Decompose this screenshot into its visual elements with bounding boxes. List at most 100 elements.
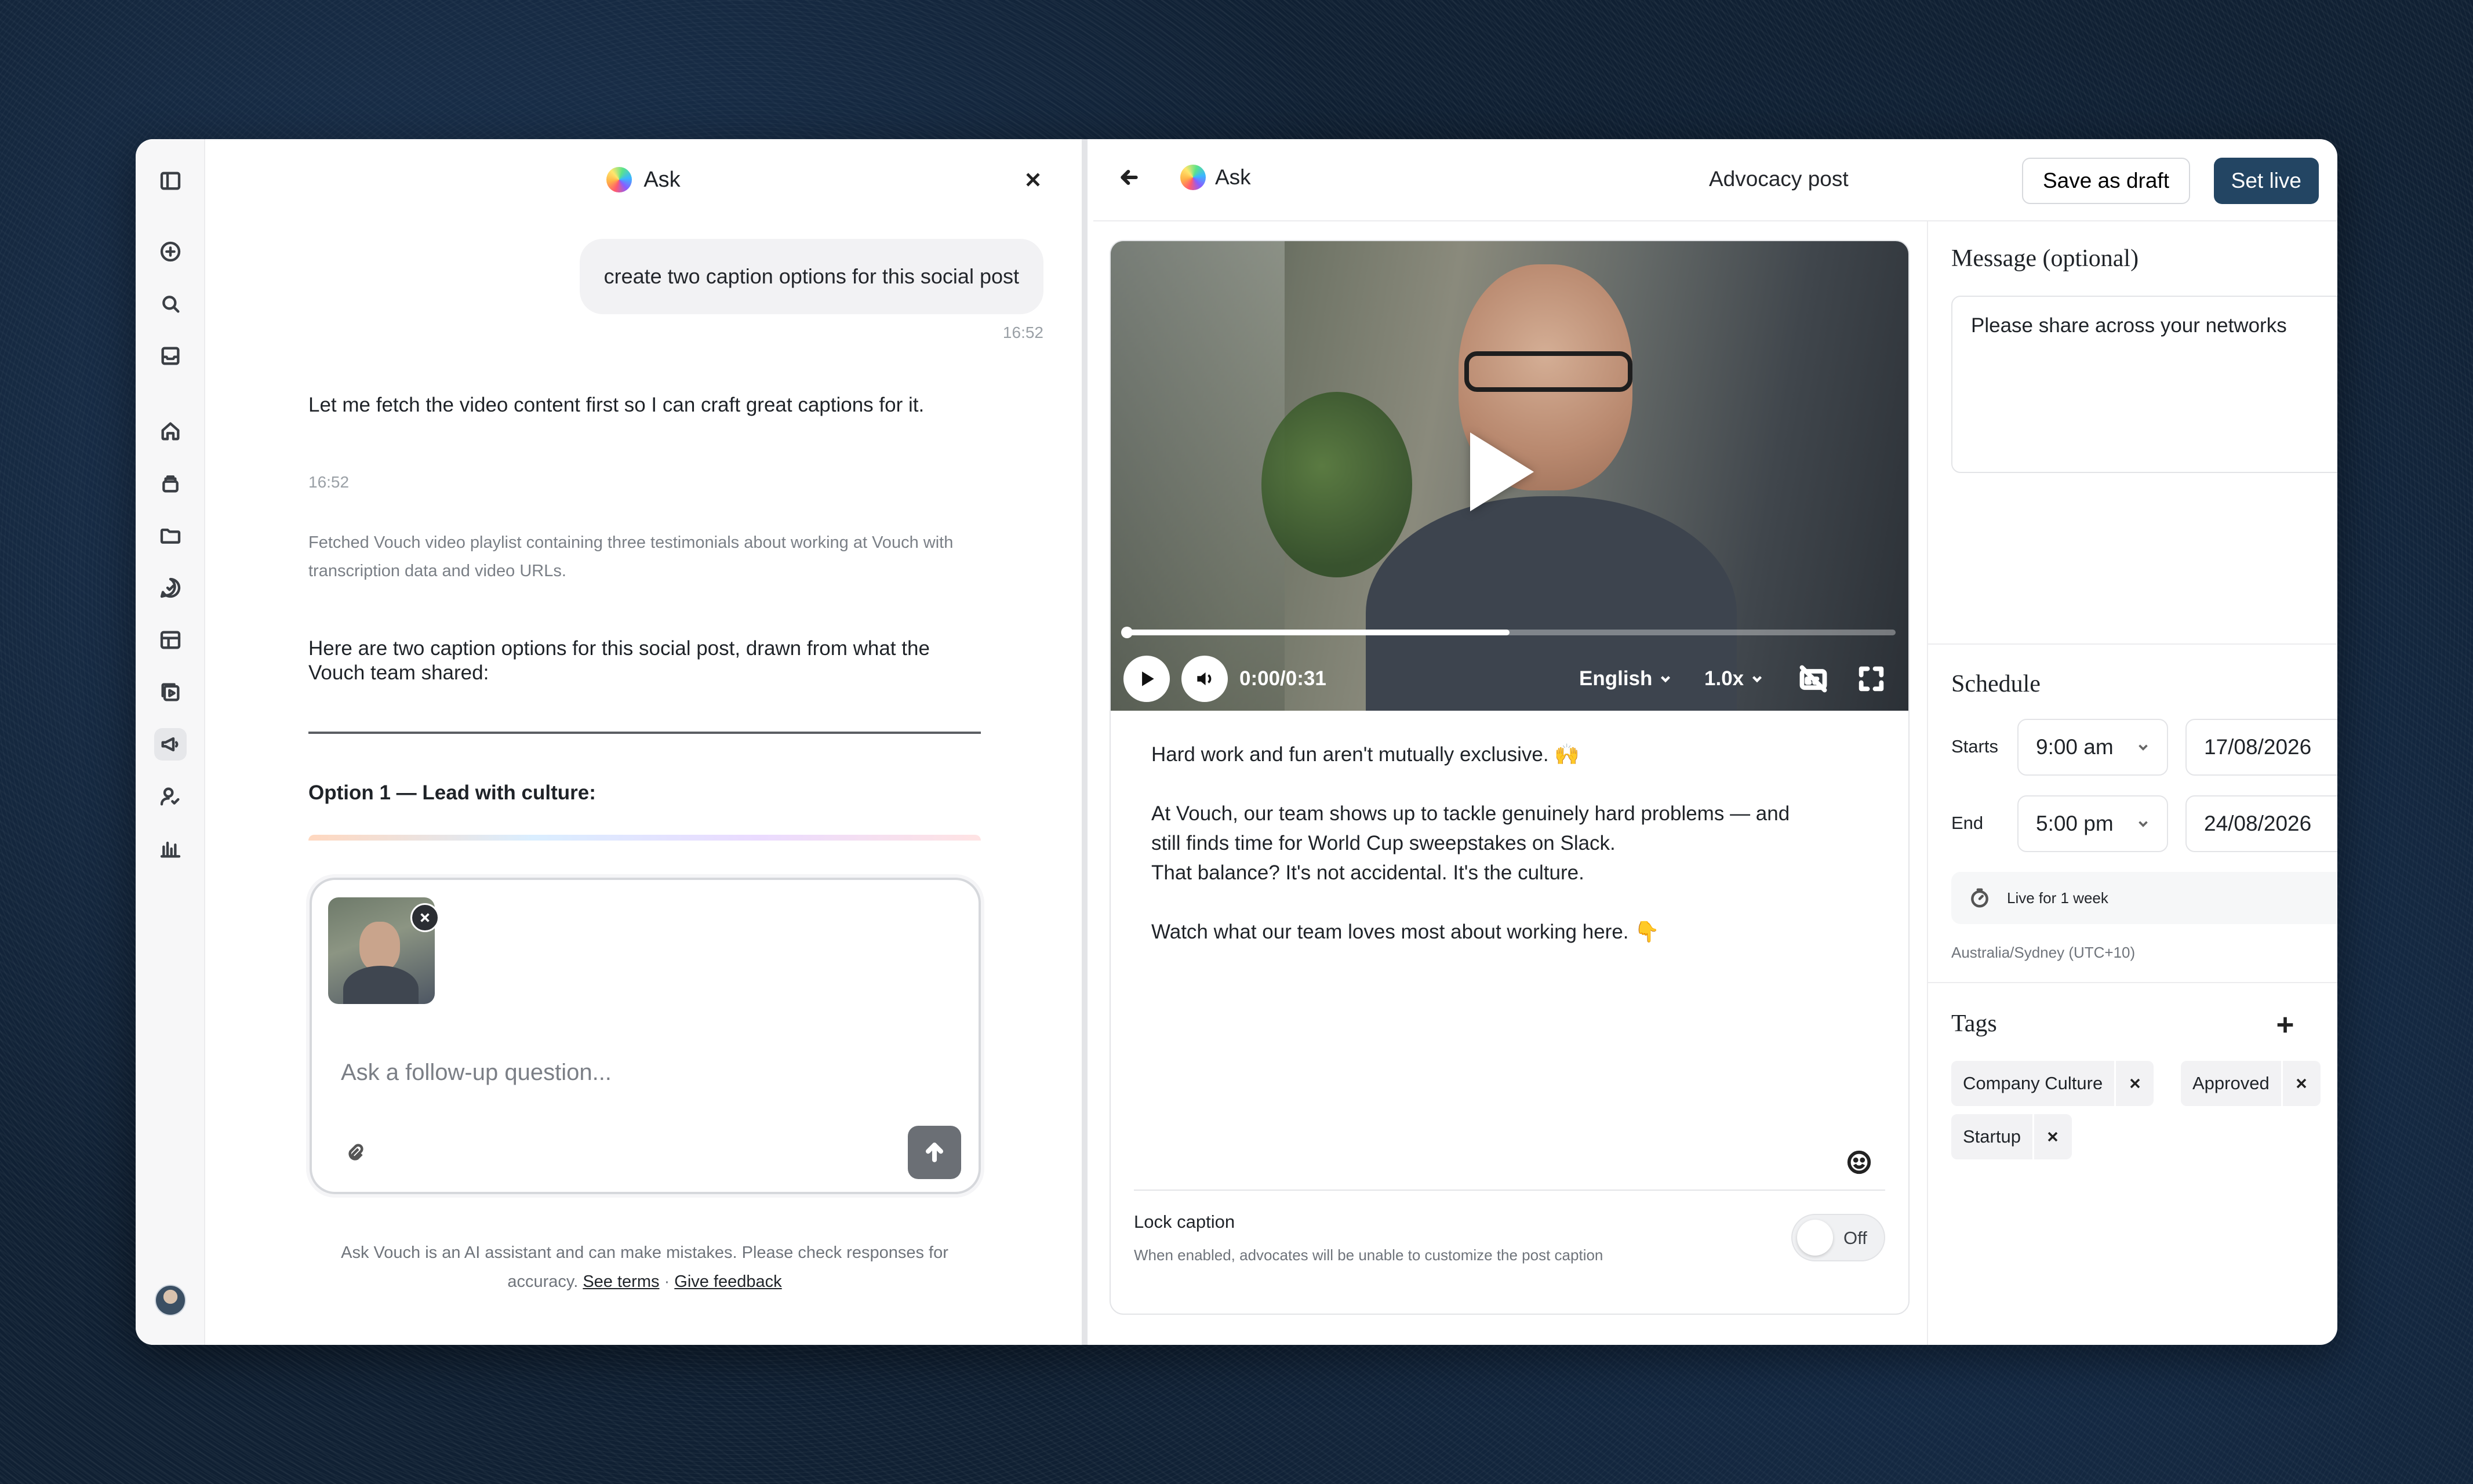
user-message-time: 16:52 [1002,323,1043,341]
tag-chip: Company Culture [1951,1061,2154,1106]
ask-title: Ask [643,167,681,192]
message-title: Message (optional) [1951,245,2139,272]
megaphone-icon[interactable] [154,728,187,761]
live-duration-text: Live for 1 week [2007,889,2108,907]
remove-tag-icon[interactable] [2114,1061,2154,1106]
user-check-icon[interactable] [154,780,187,813]
chevron-down-icon [2139,821,2148,827]
see-terms-link[interactable]: See terms [583,1272,659,1291]
follow-up-input[interactable] [341,1060,863,1086]
inbox-icon[interactable] [154,340,187,372]
playback-speed-select[interactable]: 1.0x [1704,667,1765,690]
stack-icon[interactable] [154,467,187,500]
set-live-button[interactable]: Set live [2213,158,2319,204]
back-arrow-icon[interactable] [1118,166,1147,195]
disclaimer: Ask Vouch is an AI assistant and can mak… [308,1238,981,1296]
caption-line: That balance? It's not accidental. It's … [1151,861,1584,884]
emoji-picker-icon[interactable] [1846,1149,1875,1178]
video-progress-bar[interactable] [1121,627,1896,638]
start-time-select[interactable]: 9:00 am [2017,719,2168,776]
search-icon[interactable] [154,288,187,320]
option-title: Option 1 — Lead with culture: [308,781,596,804]
lock-caption-description: When enabled, advocates will be unable t… [1134,1246,1603,1264]
add-tag-icon[interactable] [2274,1013,2299,1039]
ask-orb-icon [1180,165,1206,190]
caption-line [1151,769,1864,799]
play-button[interactable] [1123,656,1170,702]
captions-off-icon[interactable] [1798,664,1828,694]
assistant-reply: Here are two caption options for this so… [308,637,930,684]
media-icon[interactable] [154,676,187,708]
volume-icon[interactable] [1181,656,1228,702]
start-time-value: 9:00 am [2036,735,2114,759]
start-date-input[interactable]: 17/08/2026 [2185,719,2337,776]
ask-label: Ask [1215,165,1251,189]
paperclip-icon[interactable] [344,1142,370,1167]
chat-icon[interactable] [154,572,187,604]
save-draft-button[interactable]: Save as draft [2021,158,2190,204]
home-icon[interactable] [154,415,187,448]
end-time-select[interactable]: 5:00 pm [2017,795,2168,852]
caption-line: At Vouch, our team shows up to tackle ge… [1151,802,1790,825]
caption-line: still finds time for World Cup sweepstak… [1151,832,1616,854]
link-separator: · [664,1272,670,1291]
sidebar-toggle-icon[interactable] [154,165,187,197]
video-player[interactable]: 0:00/0:31 English 1.0x [1111,241,1908,711]
video-time: 0:00/0:31 [1239,667,1326,690]
tags-title: Tags [1951,1010,1997,1037]
assistant-time: 16:52 [308,473,350,491]
user-message: create two caption options for this soci… [579,239,1043,314]
end-date-value: 24/08/2026 [2204,812,2312,835]
lock-caption-row: Lock caption When enabled, advocates wil… [1134,1190,1885,1314]
post-card: 0:00/0:31 English 1.0x Hard work and fun [1110,240,1910,1315]
starts-label: Starts [1951,736,1998,756]
streaming-gradient [308,835,981,841]
grid-icon[interactable] [154,624,187,656]
ask-panel: Ask create two caption options for this … [205,139,1088,1345]
tag-chip: Startup [1951,1114,2072,1159]
message-field[interactable] [1951,296,2337,473]
fullscreen-icon[interactable] [1856,664,1886,694]
ask-header: Ask [205,139,1082,220]
user-avatar[interactable] [155,1285,186,1316]
progress-handle[interactable] [1121,627,1133,638]
end-time-value: 5:00 pm [2036,812,2114,835]
caption-line [1151,888,1864,917]
folder-icon[interactable] [154,519,187,552]
progress-fill [1123,630,1510,635]
lock-caption-toggle[interactable]: Off [1791,1214,1885,1261]
section-divider [1928,982,2337,983]
caption-editor[interactable]: Hard work and fun aren't mutually exclus… [1151,740,1864,947]
toggle-label: Off [1843,1228,1867,1248]
tag-label: Company Culture [1963,1073,2103,1093]
settings-panel: Message (optional) Schedule Starts 9:00 … [1927,221,2337,1345]
app-window: Ask create two caption options for this … [136,139,2337,1345]
new-plus-icon[interactable] [154,235,187,268]
tag-label: Approved [2192,1073,2270,1093]
chevron-down-icon [1661,676,1671,683]
stopwatch-icon [1971,888,1988,908]
lock-caption-title: Lock caption [1134,1212,1235,1232]
remove-tag-icon[interactable] [2281,1061,2321,1106]
send-button[interactable] [908,1126,961,1179]
tool-result: Fetched Vouch video playlist containing … [308,533,954,580]
analytics-icon[interactable] [154,832,187,865]
give-feedback-link[interactable]: Give feedback [674,1272,781,1291]
ask-toggle[interactable]: Ask [1180,165,1251,190]
live-duration: Live for 1 week [1951,872,2337,924]
tag-label: Startup [1963,1126,2021,1147]
caption-language-select[interactable]: English [1579,667,1673,690]
end-label: End [1951,813,1984,833]
toggle-knob [1797,1220,1833,1256]
chevron-down-icon [1752,676,1762,683]
chevron-down-icon [2139,744,2148,751]
language-label: English [1579,667,1653,690]
caption-line: Watch what our team loves most about wor… [1151,921,1660,943]
divider [308,732,981,734]
play-overlay-icon[interactable] [1470,432,1534,511]
tag-chip: Approved [2181,1061,2321,1106]
remove-attachment-icon[interactable] [410,903,439,932]
close-icon[interactable] [1019,166,1047,194]
end-date-input[interactable]: 24/08/2026 [2185,795,2337,852]
remove-tag-icon[interactable] [2032,1114,2072,1159]
